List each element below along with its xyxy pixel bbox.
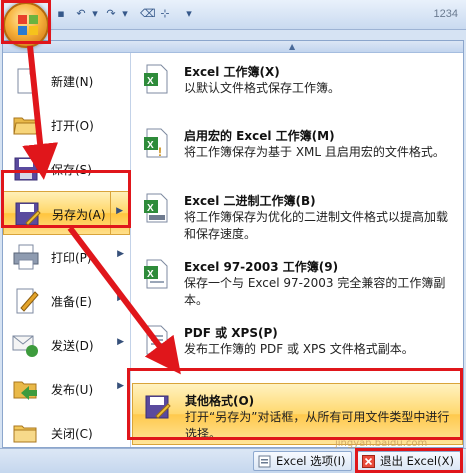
submenu-divider: [110, 192, 111, 234]
toolbar-counter: 1234: [433, 8, 458, 20]
submenu-arrow-icon: ▶: [117, 293, 124, 303]
options-icon: [258, 455, 271, 468]
menu-item-label: 另存为(A): [52, 208, 106, 222]
menu-item-open[interactable]: 打开(O): [3, 103, 130, 147]
menu-item-label: 准备(E): [51, 295, 92, 309]
excel-options-label: Excel 选项(I): [276, 454, 346, 468]
office-button[interactable]: [3, 2, 49, 48]
menu-item-save[interactable]: 保存(S): [3, 147, 130, 191]
submenu-item-title: PDF 或 XPS(P): [184, 326, 278, 340]
save-icon: [14, 157, 38, 181]
quick-access-toolbar: ▪ ↶ ▾ ↷ ▾ ⌫ ⊹ ▾ 1234: [0, 0, 466, 30]
svg-text:X: X: [147, 203, 154, 214]
submenu-item-excel-macro-workbook[interactable]: X ! 启用宏的 Excel 工作簿(M) 将工作簿保存为基于 XML 且启用宏…: [132, 119, 463, 181]
submenu-arrow-icon: ▶: [116, 206, 123, 216]
undo-icon[interactable]: ↶: [74, 7, 88, 21]
menu-item-label: 关闭(C): [51, 427, 93, 441]
menu-item-print[interactable]: 打印(P) ▶: [3, 235, 130, 279]
submenu-item-title: Excel 二进制工作簿(B): [184, 194, 316, 208]
submenu-item-excel-binary-workbook[interactable]: X Excel 二进制工作簿(B) 将工作簿保存为优化的二进制文件格式以提高加载…: [132, 184, 463, 246]
publish-icon: [13, 381, 37, 400]
close-folder-icon: [13, 425, 37, 443]
svg-text:X: X: [147, 140, 154, 151]
pdf-xps-icon: [146, 325, 168, 355]
submenu-item-title: Excel 工作簿(X): [184, 65, 280, 79]
chevron-down-icon[interactable]: ▾: [118, 7, 132, 21]
save-icon[interactable]: ▪: [54, 7, 68, 21]
submenu-item-excel-97-2003-workbook[interactable]: X Excel 97-2003 工作簿(9) 保存一个与 Excel 97-20…: [132, 250, 463, 312]
submenu-arrow-icon: ▶: [117, 249, 124, 259]
menu-item-label: 保存(S): [51, 163, 92, 177]
submenu-item-desc: 将工作簿保存为基于 XML 且启用宏的文件格式。: [184, 145, 445, 159]
menu-item-label: 发送(D): [51, 339, 94, 353]
customize-toolbar-icon[interactable]: ▾: [182, 7, 196, 21]
exit-icon: [362, 455, 375, 468]
save-as-submenu: X Excel 工作簿(X) 以默认文件格式保存工作簿。 X ! 启用宏的 Ex…: [132, 53, 463, 447]
svg-text:!: !: [158, 145, 162, 159]
excel-macro-workbook-icon: X !: [144, 128, 168, 159]
submenu-item-other-formats[interactable]: 其他格式(O) 打开“另存为”对话框，从所有可用文件类型中进行选择。: [132, 383, 463, 445]
print-icon: [13, 244, 39, 270]
new-document-icon: [17, 68, 36, 94]
excel-workbook-icon: X: [144, 64, 168, 94]
eraser-icon[interactable]: ⌫: [140, 7, 156, 21]
excel-97-2003-workbook-icon: X: [144, 259, 168, 289]
submenu-item-pdf-xps[interactable]: PDF 或 XPS(P) 发布工作簿的 PDF 或 XPS 文件格式副本。: [132, 316, 463, 378]
svg-text:X: X: [147, 76, 154, 87]
chevron-down-icon[interactable]: ▾: [88, 7, 102, 21]
prepare-icon: [16, 288, 39, 314]
menu-left-column: 新建(N) 打开(O) 保存(S) 另存为(A) ▶ 打印(P) ▶ 准备(E)…: [3, 53, 131, 447]
submenu-item-excel-workbook[interactable]: X Excel 工作簿(X) 以默认文件格式保存工作簿。: [132, 55, 463, 117]
office-menu: ▲ 新建(N) 打开(O) 保存(S) 另存为(A) ▶ 打印(P) ▶ 准备(…: [2, 40, 464, 448]
menu-item-publish[interactable]: 发布(U) ▶: [3, 367, 130, 411]
open-folder-icon: [13, 117, 40, 135]
menu-item-send[interactable]: 发送(D) ▶: [3, 323, 130, 367]
menu-item-prepare[interactable]: 准备(E) ▶: [3, 279, 130, 323]
exit-excel-button[interactable]: 退出 Excel(X): [357, 451, 461, 471]
menu-item-new[interactable]: 新建(N): [3, 59, 130, 103]
scroll-up-icon[interactable]: ▲: [289, 43, 297, 51]
submenu-item-desc: 保存一个与 Excel 97-2003 完全兼容的工作簿副本。: [184, 276, 446, 307]
menu-item-label: 发布(U): [51, 383, 94, 397]
submenu-item-title: 启用宏的 Excel 工作簿(M): [184, 129, 335, 143]
send-icon: [12, 335, 38, 357]
excel-options-button[interactable]: Excel 选项(I): [253, 451, 353, 471]
submenu-arrow-icon: ▶: [117, 337, 124, 347]
submenu-item-desc: 将工作簿保存为优化的二进制文件格式以提高加载和保存速度。: [184, 210, 449, 241]
office-logo-icon: [18, 15, 38, 35]
save-as-icon: [15, 202, 41, 226]
menu-item-label: 打印(P): [51, 251, 92, 265]
menu-item-save-as[interactable]: 另存为(A) ▶: [3, 191, 130, 235]
diagram-icon[interactable]: ⊹: [158, 7, 172, 21]
excel-binary-workbook-icon: X: [144, 193, 168, 223]
submenu-arrow-icon: ▶: [117, 381, 124, 391]
menu-header: ▲: [3, 41, 463, 53]
submenu-item-title: Excel 97-2003 工作簿(9): [184, 260, 339, 274]
submenu-item-desc: 发布工作簿的 PDF 或 XPS 文件格式副本。: [184, 342, 414, 356]
exit-excel-label: 退出 Excel(X): [380, 454, 454, 468]
watermark: jingyan.baidu.com: [335, 438, 428, 449]
menu-footer: Excel 选项(I) 退出 Excel(X): [0, 448, 466, 473]
menu-item-label: 打开(O): [51, 119, 94, 133]
svg-text:X: X: [147, 269, 154, 280]
submenu-item-title: 其他格式(O): [185, 394, 255, 408]
redo-icon[interactable]: ↷: [104, 7, 118, 21]
other-formats-icon: [145, 395, 171, 419]
submenu-item-desc: 以默认文件格式保存工作簿。: [184, 81, 341, 95]
menu-item-label: 新建(N): [51, 75, 94, 89]
